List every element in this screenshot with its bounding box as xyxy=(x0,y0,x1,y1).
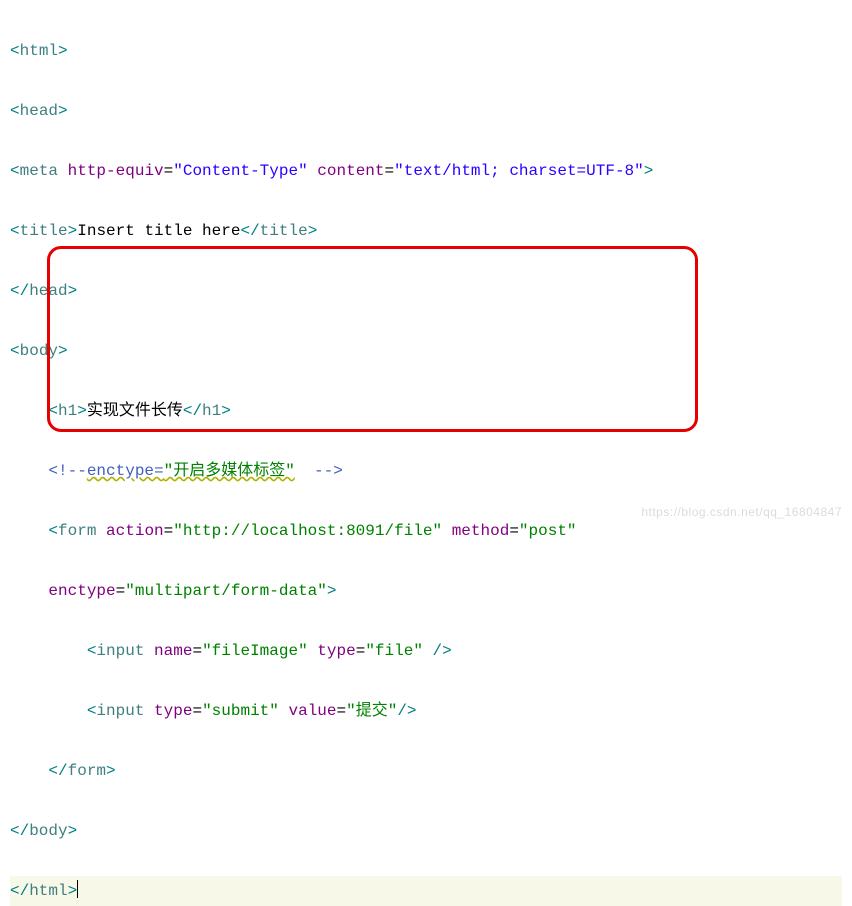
code-line-current: </html> xyxy=(10,876,842,906)
code-line: enctype="multipart/form-data"> xyxy=(10,576,842,606)
code-line: <title>Insert title here</title> xyxy=(10,216,842,246)
code-line: <html> xyxy=(10,36,842,66)
code-line: <!--enctype="开启多媒体标签" --> xyxy=(10,456,842,486)
code-line: <head> xyxy=(10,96,842,126)
code-line: <h1>实现文件长传</h1> xyxy=(10,396,842,426)
text-caret xyxy=(77,880,78,898)
code-line: </body> xyxy=(10,816,842,846)
code-line: <meta http-equiv="Content-Type" content=… xyxy=(10,156,842,186)
code-line: <body> xyxy=(10,336,842,366)
code-line: <form action="http://localhost:8091/file… xyxy=(10,516,842,546)
code-editor-view: <html> <head> <meta http-equiv="Content-… xyxy=(0,0,852,906)
code-line: <input type="submit" value="提交"/> xyxy=(10,696,842,726)
code-line: </form> xyxy=(10,756,842,786)
code-line: <input name="fileImage" type="file" /> xyxy=(10,636,842,666)
code-line: </head> xyxy=(10,276,842,306)
